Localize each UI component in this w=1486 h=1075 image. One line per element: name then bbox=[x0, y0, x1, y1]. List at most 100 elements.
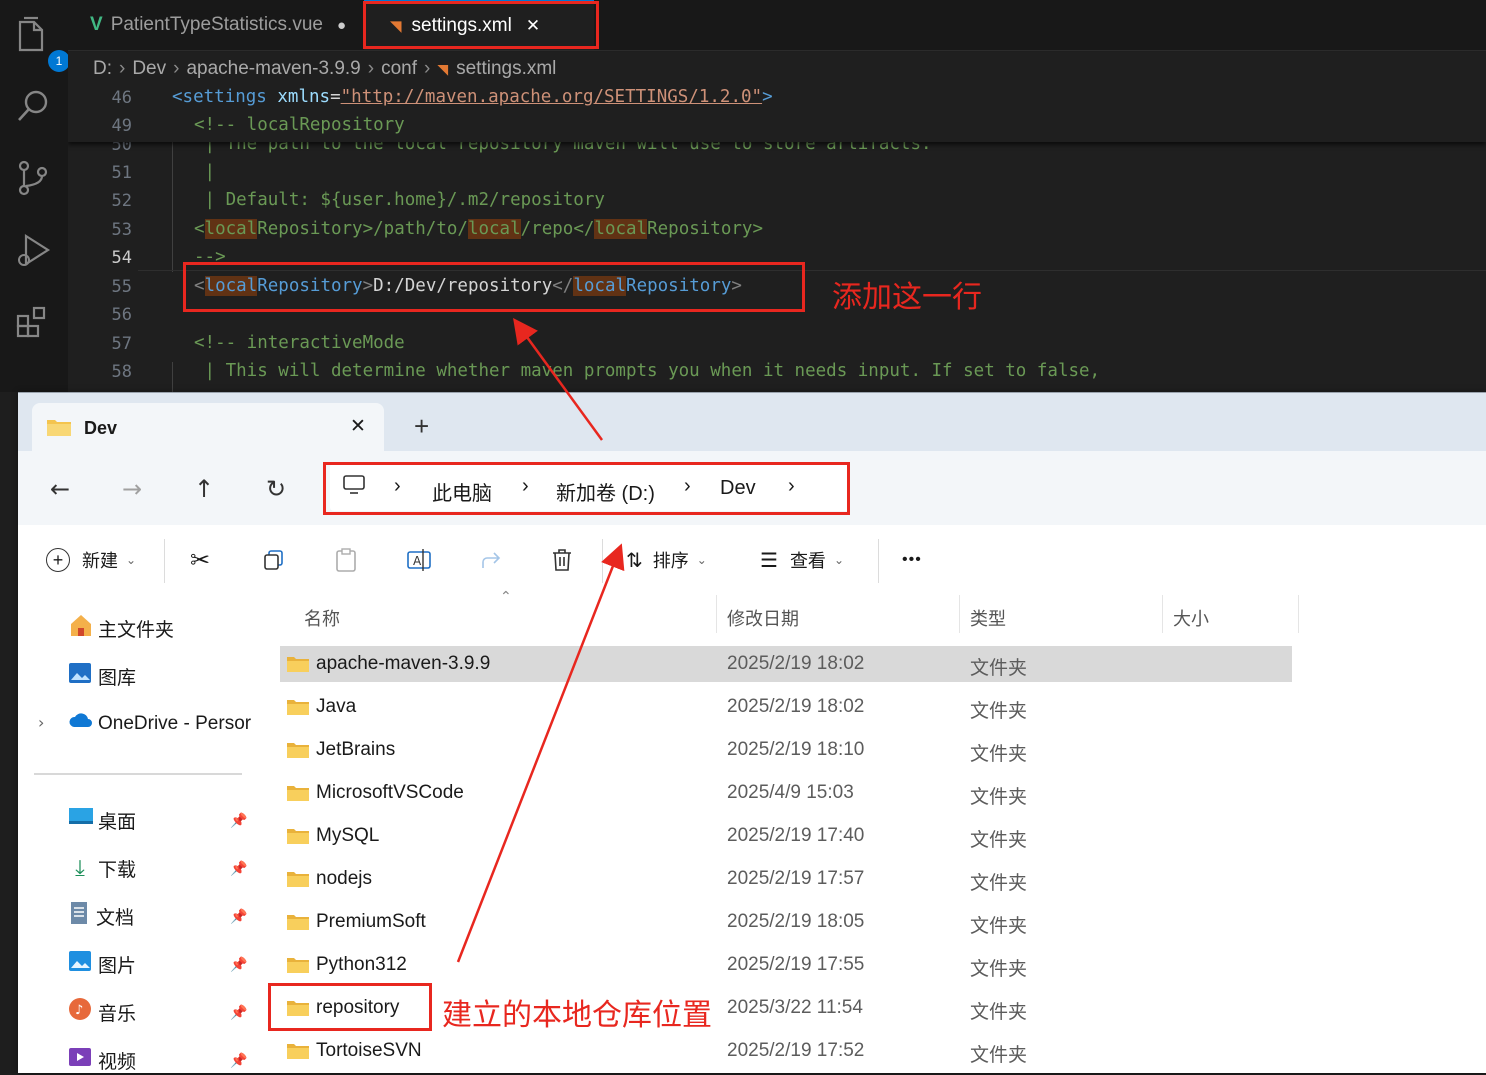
pin-icon[interactable]: 📌 bbox=[230, 1005, 247, 1021]
file-type: 文件夹 bbox=[970, 916, 1028, 937]
line-number: 58 bbox=[111, 362, 132, 382]
table-row[interactable]: MicrosoftVSCode 2025/4/9 15:03 文件夹 bbox=[280, 775, 1292, 811]
pin-icon[interactable]: 📌 bbox=[230, 957, 247, 973]
new-button[interactable]: + 新建 ⌄ bbox=[46, 545, 136, 575]
delete-icon[interactable] bbox=[550, 545, 574, 575]
chevron-down-icon: ⌄ bbox=[696, 553, 707, 567]
sidebar-item-videos[interactable]: 视频 bbox=[68, 1045, 136, 1075]
column-header-name[interactable]: 名称 bbox=[304, 605, 340, 631]
breadcrumb-item[interactable]: apache-maven-3.9.9 bbox=[186, 58, 360, 80]
chevron-down-icon: ⌄ bbox=[833, 553, 844, 567]
paste-icon[interactable] bbox=[334, 545, 358, 575]
file-type: 文件夹 bbox=[970, 1045, 1028, 1066]
line-number: 53 bbox=[111, 220, 132, 240]
highlight-settings-tab bbox=[363, 1, 599, 49]
file-date: 2025/2/19 17:52 bbox=[727, 1040, 865, 1061]
table-row[interactable]: TortoiseSVN 2025/2/19 17:52 文件夹 bbox=[280, 1033, 1292, 1069]
file-name: apache-maven-3.9.9 bbox=[316, 653, 491, 674]
badge-count: 1 bbox=[48, 50, 70, 72]
view-button[interactable]: ☰ 查看 ⌄ bbox=[760, 545, 844, 575]
navigation-pane: 主文件夹 图库 › OneDrive - Persor 桌面 📌 ⤓ 下载 📌 bbox=[18, 595, 256, 1073]
explorer-files-icon[interactable]: 1 bbox=[14, 14, 70, 72]
sidebar-item-gallery[interactable]: 图库 bbox=[68, 661, 136, 691]
table-row[interactable]: nodejs 2025/2/19 17:57 文件夹 bbox=[280, 861, 1292, 897]
breadcrumb-item[interactable]: settings.xml bbox=[456, 58, 556, 80]
breadcrumb-item[interactable]: Dev bbox=[132, 58, 166, 80]
file-date: 2025/2/19 17:57 bbox=[727, 868, 865, 889]
annotation-local-repo: 建立的本地仓库位置 bbox=[442, 998, 712, 1033]
pin-icon[interactable]: 📌 bbox=[230, 861, 247, 877]
extensions-icon[interactable] bbox=[14, 302, 54, 342]
column-header-type[interactable]: 类型 bbox=[970, 605, 1006, 631]
highlight-local-repository-line bbox=[183, 262, 805, 312]
sidebar-item-pictures[interactable]: 图片 bbox=[68, 949, 136, 979]
sort-arrows-icon: ⇅ bbox=[626, 549, 643, 572]
file-name: TortoiseSVN bbox=[316, 1040, 422, 1061]
refresh-icon[interactable]: ↻ bbox=[256, 469, 296, 509]
line-number: 57 bbox=[111, 334, 132, 354]
copy-icon[interactable] bbox=[262, 545, 286, 575]
sidebar-item-documents[interactable]: 文档 bbox=[68, 901, 134, 931]
file-date: 2025/2/19 18:02 bbox=[727, 653, 865, 674]
plus-circle-icon: + bbox=[46, 548, 70, 572]
back-arrow-icon[interactable]: ← bbox=[40, 469, 80, 509]
sidebar-item-desktop[interactable]: 桌面 bbox=[68, 805, 136, 835]
sidebar-item-onedrive[interactable]: OneDrive - Persor bbox=[68, 709, 251, 739]
code-line: <!-- interactiveMode bbox=[194, 333, 405, 353]
new-tab-button[interactable]: + bbox=[414, 411, 429, 442]
table-row[interactable]: Python312 2025/2/19 17:55 文件夹 bbox=[280, 947, 1292, 983]
sidebar-item-home[interactable]: 主文件夹 bbox=[68, 613, 174, 643]
file-type: 文件夹 bbox=[970, 701, 1028, 722]
pin-icon[interactable]: 📌 bbox=[230, 813, 247, 829]
rename-icon[interactable]: A bbox=[406, 545, 432, 575]
pin-icon[interactable]: 📌 bbox=[230, 1053, 247, 1069]
code-line: <localRepository>/path/to/local/repo</lo… bbox=[194, 219, 763, 239]
sidebar-item-downloads[interactable]: ⤓ 下载 bbox=[68, 853, 136, 883]
home-icon bbox=[68, 613, 94, 643]
table-row[interactable]: JetBrains 2025/2/19 18:10 文件夹 bbox=[280, 732, 1292, 768]
column-header-size[interactable]: 大小 bbox=[1173, 605, 1209, 631]
file-list: ⌃ 名称 修改日期 类型 大小 apache-maven-3.9.9 2025/2… bbox=[256, 589, 1486, 1073]
up-arrow-icon[interactable]: ↑ bbox=[184, 469, 224, 509]
video-icon bbox=[68, 1045, 92, 1075]
source-control-icon[interactable] bbox=[14, 158, 54, 198]
tab-patient-type-statistics[interactable]: V PatientTypeStatistics.vue ● bbox=[68, 0, 380, 50]
file-type: 文件夹 bbox=[970, 959, 1028, 980]
search-icon[interactable] bbox=[14, 86, 54, 126]
file-type: 文件夹 bbox=[970, 787, 1028, 808]
table-row[interactable]: MySQL 2025/2/19 17:40 文件夹 bbox=[280, 818, 1292, 854]
column-header-date[interactable]: 修改日期 bbox=[727, 605, 799, 631]
chevron-right-icon[interactable]: › bbox=[38, 713, 44, 732]
view-label: 查看 bbox=[789, 551, 826, 571]
explorer-tab-dev[interactable]: Dev ✕ bbox=[32, 403, 384, 451]
folder-icon bbox=[286, 655, 310, 673]
table-row[interactable]: Java 2025/2/19 18:02 文件夹 bbox=[280, 689, 1292, 725]
tab-title: Dev bbox=[84, 418, 118, 438]
line-number-current: 54 bbox=[111, 248, 132, 268]
file-name: MySQL bbox=[316, 825, 380, 846]
folder-icon bbox=[46, 417, 72, 442]
modified-dot-icon: ● bbox=[336, 16, 347, 34]
share-icon[interactable] bbox=[480, 545, 504, 575]
folder-icon bbox=[286, 1042, 310, 1060]
code-line: | This will determine whether maven prom… bbox=[194, 361, 1101, 381]
folder-icon bbox=[286, 741, 310, 759]
file-date: 2025/2/19 18:05 bbox=[727, 911, 865, 932]
more-options-icon[interactable]: ••• bbox=[902, 545, 922, 575]
forward-arrow-icon[interactable]: → bbox=[112, 469, 152, 509]
table-row[interactable]: PremiumSoft 2025/2/19 18:05 文件夹 bbox=[280, 904, 1292, 940]
sort-button[interactable]: ⇅ 排序 ⌄ bbox=[626, 545, 707, 575]
close-icon[interactable]: ✕ bbox=[350, 415, 366, 438]
cut-icon[interactable]: ✂ bbox=[190, 545, 210, 575]
folder-icon bbox=[286, 913, 310, 931]
svg-text:♪: ♪ bbox=[75, 1003, 83, 1018]
sidebar-item-music[interactable]: ♪ 音乐 bbox=[68, 997, 136, 1027]
breadcrumb-item[interactable]: D: bbox=[93, 58, 112, 80]
new-label: 新建 bbox=[82, 551, 118, 571]
breadcrumb-item[interactable]: conf bbox=[381, 58, 417, 80]
code-editor[interactable]: 46 <settings xmlns="http://maven.apache.… bbox=[68, 86, 1486, 392]
file-name: Java bbox=[316, 696, 357, 717]
pin-icon[interactable]: 📌 bbox=[230, 909, 247, 925]
table-row[interactable]: apache-maven-3.9.9 2025/2/19 18:02 文件夹 bbox=[280, 646, 1292, 682]
run-debug-icon[interactable] bbox=[14, 230, 54, 270]
